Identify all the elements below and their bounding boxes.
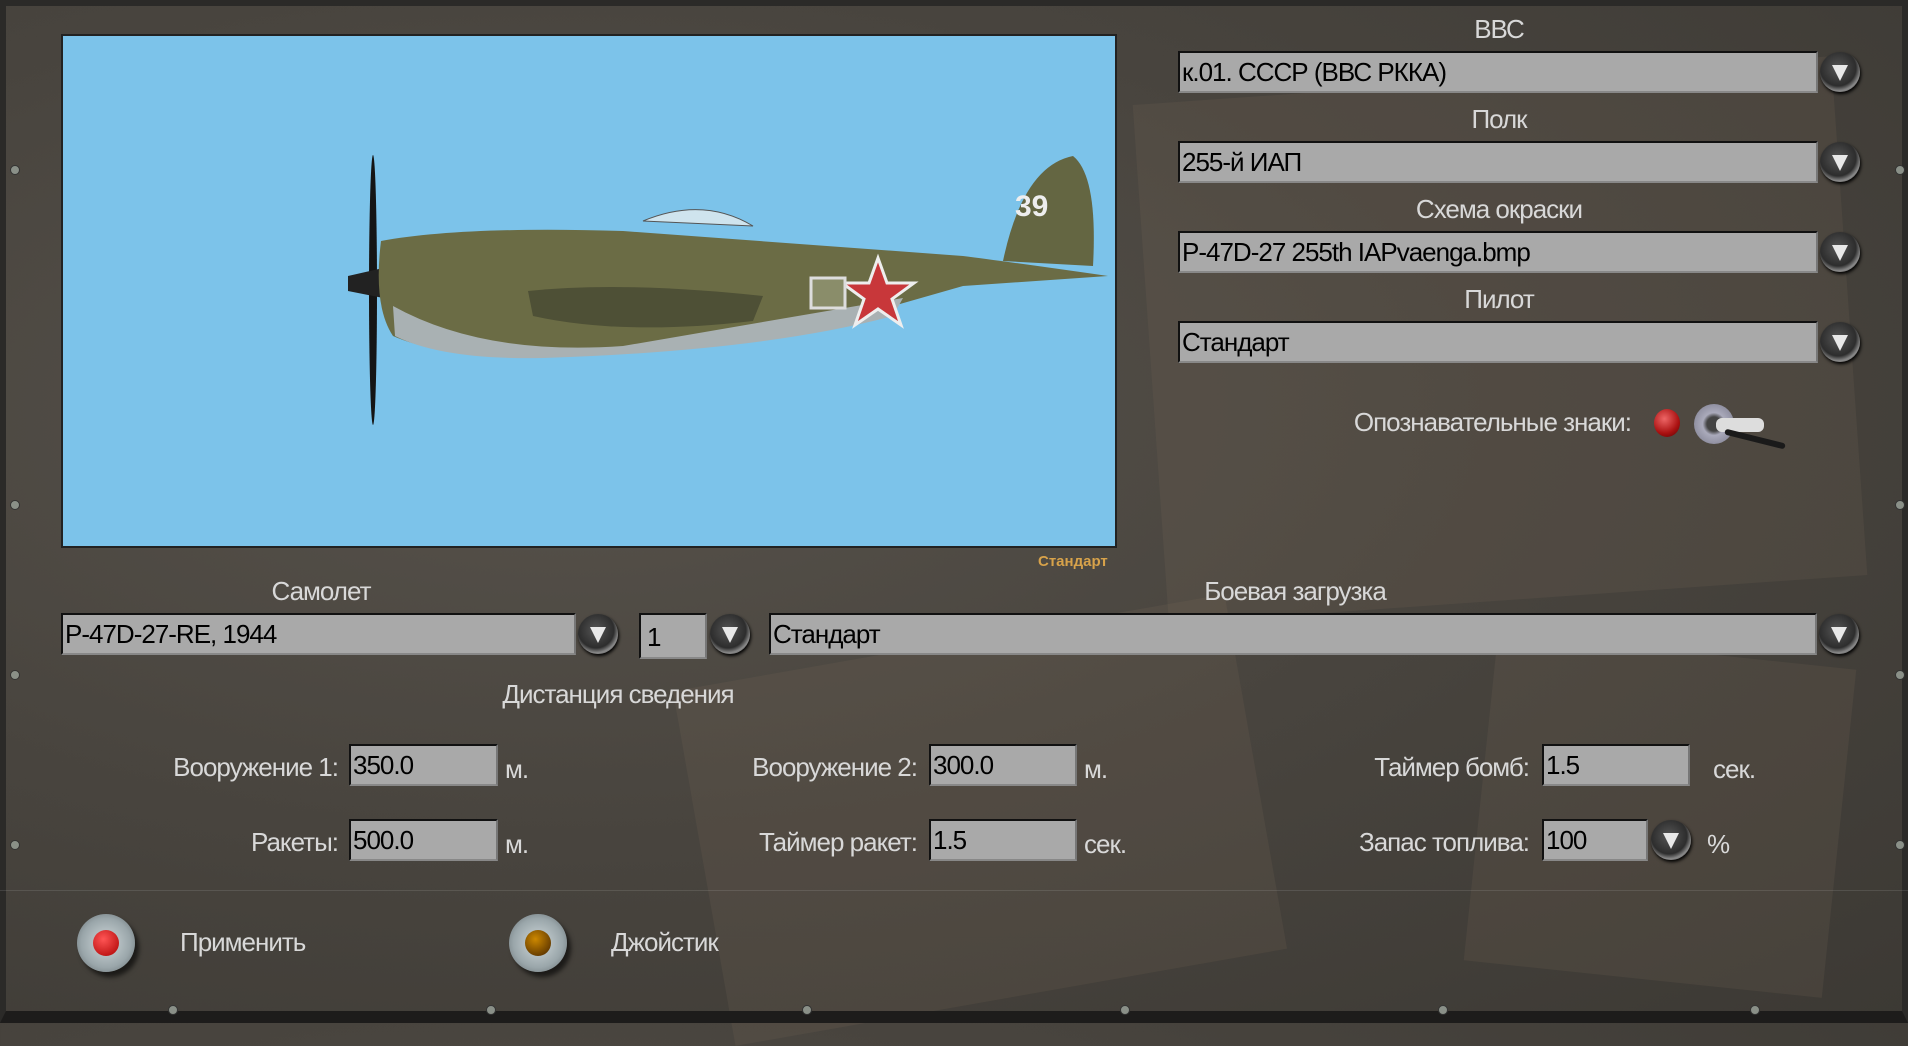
fuel-unit: % xyxy=(1707,829,1730,859)
aircraft-dropdown-button[interactable] xyxy=(578,614,618,654)
weapon1-unit: м. xyxy=(505,754,529,784)
bomb-timer-label: Таймер бомб: xyxy=(1374,752,1530,782)
rocket-timer-label: Таймер ракет: xyxy=(758,827,918,857)
preview-caption: Стандарт xyxy=(1038,553,1108,570)
fuel-select[interactable]: 100 xyxy=(1542,819,1648,861)
fuel-dropdown-button[interactable] xyxy=(1651,820,1691,860)
convergence-title: Дистанция сведения xyxy=(502,679,734,709)
bomb-timer-input[interactable]: 1.5 xyxy=(1542,744,1690,786)
screw-icon xyxy=(1438,1005,1448,1015)
aircraft-image: 39 xyxy=(348,155,1108,425)
regiment-dropdown-button[interactable] xyxy=(1820,142,1860,182)
screw-icon xyxy=(10,840,20,850)
bomb-timer-unit: сек. xyxy=(1713,754,1756,784)
rocket-timer-input[interactable]: 1.5 xyxy=(929,819,1077,861)
loadout-dropdown-button[interactable] xyxy=(1819,614,1859,654)
tail-number: 39 xyxy=(1015,190,1048,223)
screw-icon xyxy=(10,165,20,175)
joystick-button[interactable] xyxy=(509,914,567,972)
loadout-label: Боевая загрузка xyxy=(1204,576,1387,606)
weapon2-input[interactable]: 300.0 xyxy=(929,744,1077,786)
pilot-label: Пилот xyxy=(1464,284,1534,314)
fuel-label: Запас топлива: xyxy=(1359,827,1530,857)
skin-select[interactable]: P-47D-27 255th IAPvaenga.bmp xyxy=(1178,231,1818,273)
screw-icon xyxy=(802,1005,812,1015)
screw-icon xyxy=(1895,670,1905,680)
pilot-dropdown-button[interactable] xyxy=(1820,322,1860,362)
weapon1-label: Вооружение 1: xyxy=(173,752,339,782)
loadout-select[interactable]: Стандарт xyxy=(769,613,1817,655)
aircraft-label: Самолет xyxy=(271,576,372,606)
screw-icon xyxy=(1895,840,1905,850)
rockets-label: Ракеты: xyxy=(250,827,339,857)
weapon2-label: Вооружение 2: xyxy=(752,752,918,782)
air-force-select[interactable]: к.01. СССР (ВВС РККА) xyxy=(1178,51,1818,93)
apply-button[interactable] xyxy=(77,914,135,972)
aircraft-select[interactable]: P-47D-27-RE, 1944 xyxy=(61,613,576,655)
rockets-unit: м. xyxy=(505,829,529,859)
red-lamp-icon xyxy=(93,930,119,956)
weapon2-unit: м. xyxy=(1084,754,1108,784)
markings-toggle-switch[interactable] xyxy=(1694,404,1790,454)
aircraft-count-select[interactable]: 1 xyxy=(639,613,707,659)
markings-indicator-lamp-icon xyxy=(1654,409,1680,437)
screw-icon xyxy=(10,670,20,680)
aircraft-preview: 39 xyxy=(61,34,1117,548)
screw-icon xyxy=(1895,165,1905,175)
divider xyxy=(0,890,1908,891)
regiment-select[interactable]: 255-й ИАП xyxy=(1178,141,1818,183)
air-force-label: ВВС xyxy=(1474,14,1525,44)
screw-icon xyxy=(1750,1005,1760,1015)
markings-label: Опознавательные знаки: xyxy=(1353,407,1632,437)
air-force-dropdown-button[interactable] xyxy=(1820,52,1860,92)
rocket-timer-unit: сек. xyxy=(1084,829,1127,859)
weapon1-input[interactable]: 350.0 xyxy=(349,744,498,786)
screw-icon xyxy=(1120,1005,1130,1015)
amber-lamp-icon xyxy=(525,930,551,956)
joystick-label[interactable]: Джойстик xyxy=(611,927,719,958)
apply-label[interactable]: Применить xyxy=(180,927,306,958)
screw-icon xyxy=(486,1005,496,1015)
regiment-label: Полк xyxy=(1471,104,1527,134)
pilot-select[interactable]: Стандарт xyxy=(1178,321,1818,363)
rockets-input[interactable]: 500.0 xyxy=(349,819,498,861)
skin-label: Схема окраски xyxy=(1415,194,1583,224)
skin-dropdown-button[interactable] xyxy=(1820,232,1860,272)
aircraft-count-dropdown-button[interactable] xyxy=(710,614,750,654)
screw-icon xyxy=(10,500,20,510)
screw-icon xyxy=(1895,500,1905,510)
screw-icon xyxy=(168,1005,178,1015)
